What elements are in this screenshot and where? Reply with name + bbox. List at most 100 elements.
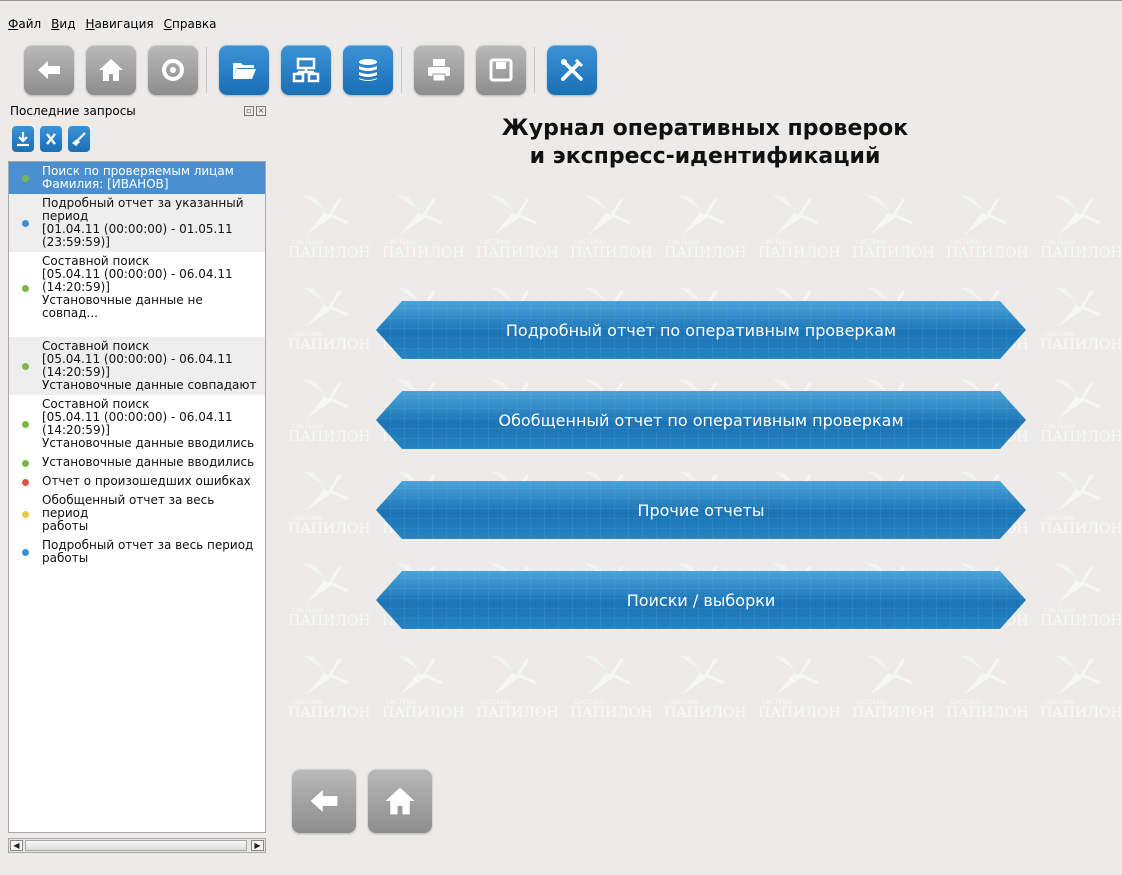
papillon-logo-icon (768, 655, 819, 695)
scroll-right-icon[interactable]: ▶ (251, 840, 264, 851)
watermark-big-text: ПАПИЛОН (1040, 613, 1122, 629)
main-panel: СИСТЕМЫ ПАПИЛОН СИСТЕМЫ ПАПИЛОН СИСТЕМЫ ПАПИЛ… (288, 101, 1122, 861)
menu-file[interactable]: Файл (8, 17, 41, 31)
summary-report-button[interactable]: Обобщенный отчет по оперативным проверка… (376, 391, 1026, 449)
list-item[interactable]: Отчет о произошедших ошибках (9, 472, 265, 491)
papillon-logo-icon (674, 655, 725, 695)
watermark-big-text: ПАПИЛОН (758, 245, 841, 261)
papillon-logo-icon (956, 655, 1007, 695)
watermark-logo: СИСТЕМЫПАПИЛОН (288, 193, 374, 273)
database-button[interactable] (343, 45, 393, 95)
status-dot-icon (22, 510, 29, 518)
horizontal-scrollbar[interactable]: ◀ ▶ (8, 838, 266, 853)
page-title-line1: Журнал оперативных проверок (501, 116, 909, 141)
papillon-logo-icon (862, 195, 913, 235)
refresh-icon (162, 59, 184, 81)
watermark-big-text: ПАПИЛОН (1040, 705, 1122, 721)
menu-view[interactable]: Вид (51, 17, 75, 31)
watermark-logo: СИСТЕМЫПАПИЛОН (1040, 561, 1122, 641)
watermark-big-text: ПАПИЛОН (852, 705, 935, 721)
home-button[interactable] (86, 45, 136, 95)
clear-brush-icon (72, 132, 86, 146)
list-item[interactable]: Подробный отчет за весь период работы (9, 536, 265, 568)
scroll-left-icon[interactable]: ◀ (10, 840, 23, 851)
refresh-button[interactable] (148, 45, 198, 95)
searches-button[interactable]: Поиски / выборки (376, 571, 1026, 629)
watermark-big-text: ПАПИЛОН (664, 245, 747, 261)
detailed-report-button[interactable]: Подробный отчет по оперативным проверкам (376, 301, 1026, 359)
list-item-text: Установочные данные совпадают (42, 378, 257, 392)
papillon-logo-icon (298, 379, 349, 419)
watermark-logo: СИСТЕМЫПАПИЛОН (1040, 653, 1122, 733)
panel-header: Последние запросы ▫ × (8, 101, 270, 121)
recent-queries-list[interactable]: Поиск по проверяемым лицам Фамилия: [ИВАН… (8, 161, 266, 833)
watermark-big-text: ПАПИЛОН (476, 705, 559, 721)
other-reports-button[interactable]: Прочие отчеты (376, 481, 1026, 539)
save-icon (489, 58, 513, 82)
status-dot-icon (22, 478, 29, 486)
download-button[interactable] (12, 126, 34, 152)
back-arrow-icon (310, 790, 338, 812)
home-button-bottom[interactable] (368, 769, 432, 833)
recent-queries-panel: Последние запросы ▫ × Поиск по проверяем… (8, 101, 270, 853)
save-button[interactable] (476, 45, 526, 95)
papillon-logo-icon (486, 655, 537, 695)
watermark-big-text: ПАПИЛОН (664, 705, 747, 721)
list-item-text: работы (42, 551, 89, 565)
status-dot-icon (22, 363, 29, 370)
open-folder-button[interactable] (219, 45, 269, 95)
delete-button[interactable] (40, 126, 62, 152)
watermark-logo: СИСТЕМЫПАПИЛОН (1040, 193, 1122, 273)
list-item[interactable]: Подробный отчет за указанный период [01.04… (9, 194, 265, 252)
network-button[interactable] (281, 45, 331, 95)
watermark-logo: СИСТЕМЫПАПИЛОН (664, 653, 750, 733)
status-dot-icon (22, 459, 29, 467)
watermark-logo: СИСТЕМЫПАПИЛОН (288, 285, 374, 365)
papillon-logo-icon (580, 655, 631, 695)
list-item[interactable]: Составной поиск [05.04.11 (00:00:00) - 06… (9, 395, 265, 453)
papillon-logo-icon (1050, 471, 1101, 511)
watermark-big-text: ПАПИЛОН (1040, 245, 1122, 261)
watermark-logo: СИСТЕМЫПАПИЛОН (570, 193, 656, 273)
watermark-big-text: ПАПИЛОН (1040, 429, 1122, 445)
watermark-logo: СИСТЕМЫПАПИЛОН (382, 653, 468, 733)
list-item[interactable]: Составной поиск [05.04.11 (00:00:00) - 06… (9, 337, 265, 395)
papillon-logo-icon (298, 195, 349, 235)
delete-icon (46, 133, 56, 145)
list-item[interactable]: Поиск по проверяемым лицам Фамилия: [ИВАН… (9, 162, 265, 194)
clear-button[interactable] (68, 126, 90, 152)
watermark-big-text: ПАПИЛОН (382, 705, 465, 721)
page-title: Журнал оперативных проверок и экспресс-и… (288, 115, 1122, 171)
papillon-logo-icon (486, 195, 537, 235)
float-icon[interactable]: ▫ (244, 106, 254, 116)
watermark-row: СИСТЕМЫПАПИЛОН СИСТЕМЫПАПИЛОН СИСТЕМЫПАПИЛ… (288, 193, 1122, 273)
watermark-big-text: ПАПИЛОН (288, 705, 371, 721)
list-item[interactable]: Составной поиск [05.04.11 (00:00:00) - 06… (9, 252, 265, 323)
watermark-big-text: ПАПИЛОН (476, 245, 559, 261)
close-icon[interactable]: × (256, 106, 266, 116)
watermark-logo: СИСТЕМЫПАПИЛОН (476, 653, 562, 733)
scroll-thumb[interactable] (25, 840, 247, 851)
print-button[interactable] (414, 45, 464, 95)
papillon-logo-icon (392, 655, 443, 695)
watermark-big-text: ПАПИЛОН (288, 613, 371, 629)
watermark-logo: СИСТЕМЫПАПИЛОН (852, 653, 938, 733)
menu-navigation[interactable]: Навигация (86, 17, 154, 31)
list-item[interactable]: Обобщенный отчет за весь период работы (9, 491, 265, 536)
list-item[interactable]: Установочные данные вводились (9, 453, 265, 472)
watermark-big-text: ПАПИЛОН (946, 245, 1029, 261)
watermark-big-text: ПАПИЛОН (382, 245, 465, 261)
papillon-logo-icon (1050, 379, 1101, 419)
watermark-logo: СИСТЕМЫПАПИЛОН (1040, 377, 1122, 457)
watermark-big-text: ПАПИЛОН (288, 429, 371, 445)
watermark-row: СИСТЕМЫПАПИЛОНСИСТЕМЫПАПИЛОНСИСТЕМЫПАПИЛ… (288, 653, 1122, 733)
watermark-logo: СИСТЕМЫПАПИЛОН (758, 193, 844, 273)
papillon-logo-icon (392, 195, 443, 235)
back-button[interactable] (24, 45, 74, 95)
dock-controls: ▫ × (244, 106, 266, 116)
folder-open-icon (233, 63, 256, 79)
menu-help[interactable]: Справка (164, 17, 217, 31)
tools-button[interactable] (547, 45, 597, 95)
back-button-bottom[interactable] (292, 769, 356, 833)
